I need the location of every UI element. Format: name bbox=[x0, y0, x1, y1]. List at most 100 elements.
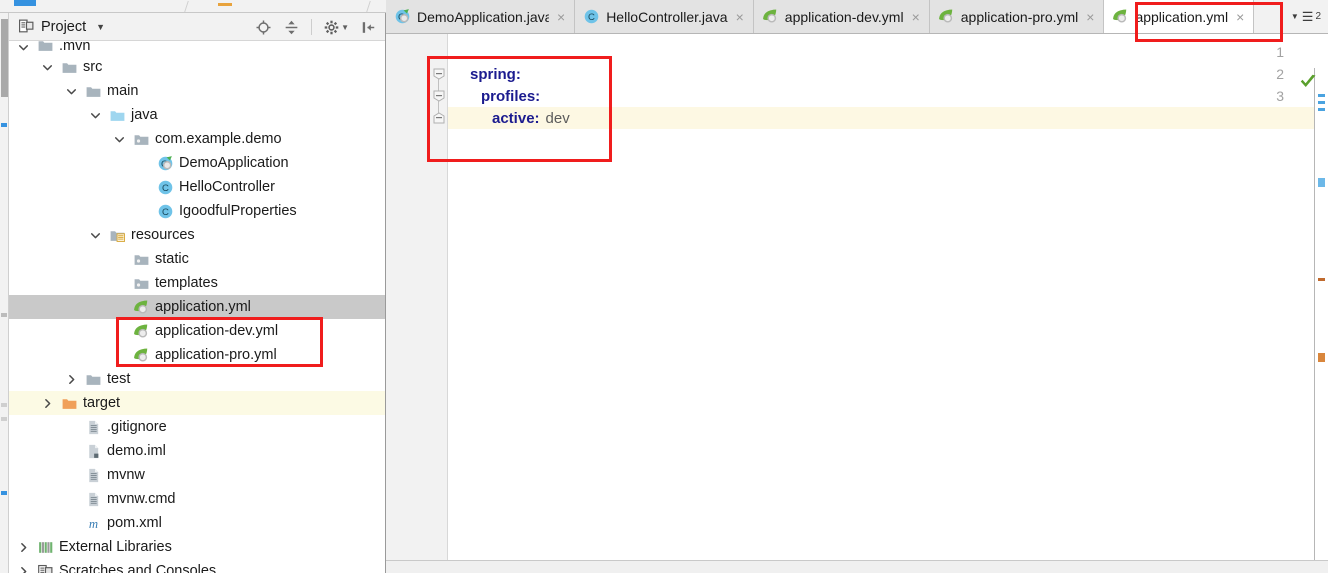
fold-marker[interactable] bbox=[433, 67, 445, 80]
gutter-marker bbox=[1318, 94, 1325, 97]
tab-overflow-count: 2 bbox=[1315, 11, 1321, 22]
chevron-right-icon[interactable] bbox=[17, 565, 30, 573]
scratches-icon bbox=[37, 563, 54, 573]
chevron-down-icon[interactable] bbox=[89, 109, 102, 122]
close-icon[interactable]: × bbox=[736, 9, 744, 25]
tree-row[interactable]: mvnw bbox=[9, 463, 385, 487]
tree-row[interactable]: .mvn bbox=[9, 41, 385, 55]
close-icon[interactable]: × bbox=[557, 9, 565, 25]
package-icon bbox=[133, 131, 150, 148]
hide-panel-icon[interactable] bbox=[360, 19, 377, 36]
tree-row[interactable]: .gitignore bbox=[9, 415, 385, 439]
tree-row[interactable]: Scratches and Consoles bbox=[9, 559, 385, 573]
tree-row[interactable]: mvnw.cmd bbox=[9, 487, 385, 511]
editor-area: C DemoApplication.java × C HelloController.j… bbox=[386, 0, 1328, 573]
chevron-right-icon[interactable] bbox=[65, 373, 78, 386]
tree-row[interactable]: main bbox=[9, 79, 385, 103]
spring-yml-icon bbox=[133, 299, 150, 316]
project-panel-toolbar: ▼ bbox=[255, 13, 377, 41]
chevron-down-icon[interactable] bbox=[41, 61, 54, 74]
chevron-down-icon[interactable] bbox=[17, 41, 30, 54]
editor-tabbar[interactable]: C DemoApplication.java × C HelloController.j… bbox=[386, 0, 1328, 34]
tree-row-label: application-dev.yml bbox=[155, 323, 279, 339]
tree-row[interactable]: C IgoodfulProperties bbox=[9, 199, 385, 223]
code-line[interactable]: spring: bbox=[448, 63, 1328, 85]
project-panel-title-group[interactable]: Project ▼ bbox=[18, 18, 105, 35]
tree-row[interactable]: src bbox=[9, 55, 385, 79]
tree-row-label: .gitignore bbox=[107, 419, 167, 435]
fold-marker[interactable] bbox=[433, 111, 445, 124]
tree-row[interactable]: target bbox=[9, 391, 385, 415]
fold-column[interactable] bbox=[432, 34, 446, 560]
tree-row-label: IgoodfulProperties bbox=[179, 203, 297, 219]
svg-text:C: C bbox=[588, 12, 595, 23]
tree-row[interactable]: m pom.xml bbox=[9, 511, 385, 535]
left-scroll-rail[interactable] bbox=[0, 13, 9, 573]
code-line[interactable] bbox=[448, 41, 1328, 63]
locate-icon[interactable] bbox=[255, 19, 272, 36]
close-icon[interactable]: × bbox=[1236, 9, 1244, 25]
tree-row[interactable]: C DemoApplication bbox=[9, 151, 385, 175]
package-icon bbox=[133, 251, 150, 268]
editor-tab[interactable]: application-dev.yml × bbox=[753, 0, 930, 33]
fold-marker[interactable] bbox=[433, 89, 445, 102]
tree-row-label: resources bbox=[131, 227, 195, 243]
project-panel-label: Project bbox=[41, 18, 87, 35]
svg-text:C: C bbox=[162, 182, 169, 193]
chevron-right-icon[interactable] bbox=[17, 541, 30, 554]
project-tree[interactable]: .mvn srcmain java com.example.demo C DemoAppl… bbox=[9, 41, 385, 573]
code-editor[interactable]: 12spring:3profiles:4active:dev bbox=[386, 34, 1328, 573]
tree-row[interactable]: test bbox=[9, 367, 385, 391]
chevron-right-icon[interactable] bbox=[41, 397, 54, 410]
tree-row-label: templates bbox=[155, 275, 218, 291]
folder-excluded-icon bbox=[61, 395, 78, 412]
marker-gutter[interactable] bbox=[1314, 68, 1328, 573]
close-icon[interactable]: × bbox=[912, 9, 920, 25]
rail-marker bbox=[1, 123, 7, 127]
scrollbar-thumb[interactable] bbox=[1, 19, 8, 97]
java-class-icon: C bbox=[583, 8, 600, 25]
editor-tab[interactable]: application.yml × bbox=[1104, 0, 1255, 33]
tree-row[interactable]: application-pro.yml bbox=[9, 343, 385, 367]
chevron-down-icon[interactable] bbox=[65, 85, 78, 98]
editor-tab[interactable]: C HelloController.java × bbox=[575, 0, 754, 33]
tree-row-label: mvnw bbox=[107, 467, 145, 483]
code-line[interactable]: profiles: bbox=[448, 85, 1328, 107]
editor-tab-label: application-pro.yml bbox=[960, 8, 1079, 25]
tree-row[interactable]: resources bbox=[9, 223, 385, 247]
gear-icon[interactable]: ▼ bbox=[323, 19, 349, 36]
yaml-value: dev bbox=[545, 109, 570, 127]
gutter-marker bbox=[1318, 101, 1325, 104]
gutter-marker bbox=[1318, 178, 1325, 187]
file-icon bbox=[85, 419, 102, 436]
tree-row[interactable]: com.example.demo bbox=[9, 127, 385, 151]
chevron-down-icon[interactable] bbox=[89, 229, 102, 242]
package-icon bbox=[133, 275, 150, 292]
tree-row[interactable]: java bbox=[9, 103, 385, 127]
editor-tab[interactable]: application-pro.yml × bbox=[929, 0, 1105, 33]
svg-text:m: m bbox=[89, 516, 98, 530]
rail-marker bbox=[1, 403, 7, 407]
folder-icon bbox=[85, 371, 102, 388]
tree-row-label: static bbox=[155, 251, 189, 267]
tree-row-label: pom.xml bbox=[107, 515, 162, 531]
close-icon[interactable]: × bbox=[1086, 9, 1094, 25]
gutter-marker bbox=[1318, 353, 1325, 362]
tab-list-icon[interactable]: ▼ ☰ 2 bbox=[1284, 0, 1328, 33]
tree-row-label: java bbox=[131, 107, 158, 123]
ok-check-icon[interactable] bbox=[1297, 72, 1319, 92]
chevron-down-icon[interactable]: ▼ bbox=[96, 22, 105, 32]
tree-row[interactable]: static bbox=[9, 247, 385, 271]
editor-status-strip bbox=[386, 560, 1328, 573]
collapse-all-icon[interactable] bbox=[283, 19, 300, 36]
chevron-down-icon[interactable] bbox=[113, 133, 126, 146]
tree-row[interactable]: templates bbox=[9, 271, 385, 295]
tree-row[interactable]: External Libraries bbox=[9, 535, 385, 559]
tree-row[interactable]: demo.iml bbox=[9, 439, 385, 463]
folder-icon bbox=[61, 59, 78, 76]
tree-row[interactable]: application-dev.yml bbox=[9, 319, 385, 343]
editor-tab[interactable]: C DemoApplication.java × bbox=[386, 0, 576, 33]
tree-row[interactable]: C HelloController bbox=[9, 175, 385, 199]
tree-row[interactable]: application.yml bbox=[9, 295, 385, 319]
code-line[interactable]: active: dev bbox=[448, 107, 1328, 129]
